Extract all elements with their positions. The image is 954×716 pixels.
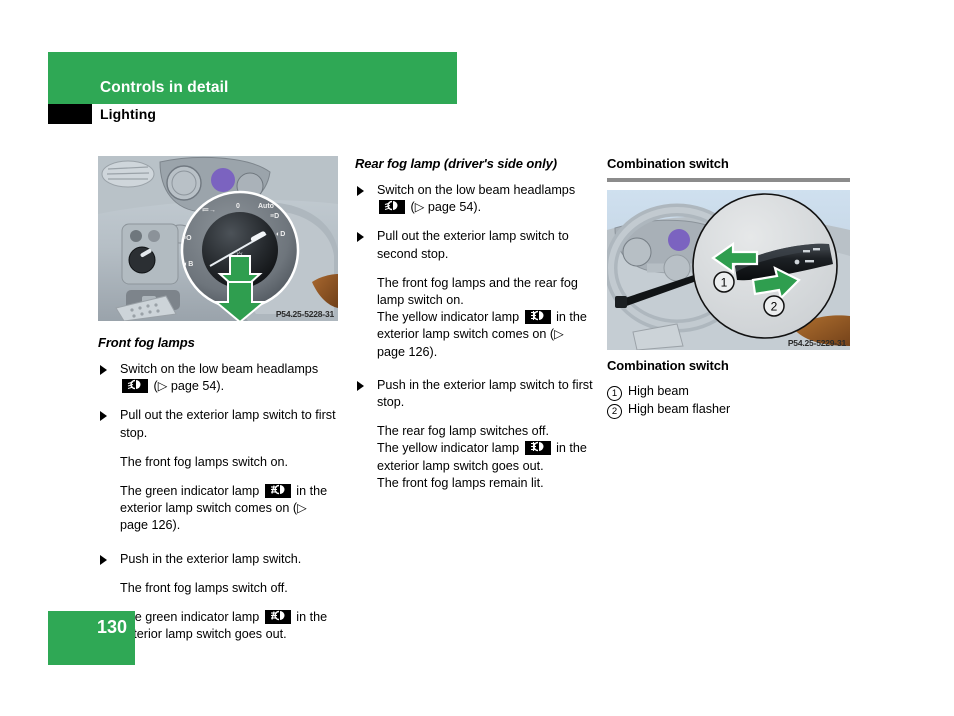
step-text: Pull out the exterior lamp switch to fir… (120, 408, 336, 440)
chapter-title: Controls in detail (100, 79, 229, 96)
step-text: Push in the exterior lamp switch to firs… (377, 377, 593, 410)
chapter-header-bar: Controls in detail (48, 52, 457, 104)
right-column: Combination switch 1 2 P54.25-5229-31 Co… (607, 156, 850, 419)
bullet-triangle-icon (100, 365, 107, 375)
result-both-fog-on: The front fog lamps and the rear fog lam… (377, 275, 578, 308)
result-front-fog-off: The front fog lamps switch off. (120, 580, 288, 595)
svg-text:◐D: ◐D (276, 231, 285, 238)
svg-text:≡D: ≡D (270, 213, 279, 220)
section-title: Lighting (100, 106, 157, 122)
step-switch-on-low-beam: Switch on the low beam headlamps (▷ page… (355, 182, 595, 216)
bullet-triangle-icon (100, 411, 107, 422)
result-text: The green indicator lamp (120, 610, 263, 625)
figure-caption: Combination switch (607, 358, 729, 373)
result-front-fog-remain-lit: The front fog lamps remain lit. (377, 475, 544, 490)
bullet-triangle-icon (357, 232, 364, 243)
svg-text:≡O: ≡O (182, 235, 192, 242)
bullet-triangle-icon (100, 554, 107, 565)
middle-column: Rear fog lamp (driver's side only) Switc… (355, 156, 595, 504)
result-text: The yellow indicator lamp (377, 310, 523, 325)
svg-text:2: 2 (771, 300, 778, 314)
svg-text:≔→: ≔→ (202, 207, 216, 214)
left-column: ≔→ 0 Auto ≡D ◐D ≡O ◐B ☼ P54.25-5228-31 F… (98, 156, 338, 655)
figure-code: P54.25-5228-31 (275, 309, 334, 319)
rear-fog-lamp-icon (524, 441, 551, 456)
combination-switch-photo: 1 2 P54.25-5229-31 (607, 190, 850, 350)
page-number-box: 130 (48, 611, 135, 665)
step-push-in-to-first-stop: Push in the exterior lamp switch to firs… (355, 377, 595, 411)
result-yellow-indicator-off: The yellow indicator lamp in the exterio… (355, 440, 595, 474)
step-pull-out-to-second-stop: Pull out the exterior lamp switch to sec… (355, 228, 595, 262)
step-text-after: (▷ page 54). (407, 200, 482, 215)
bullet-triangle-icon (357, 380, 364, 391)
combination-switch-illustration: 1 2 (607, 190, 850, 350)
step-text: Pull out the exterior lamp switch to sec… (377, 229, 569, 261)
result-text: The yellow indicator lamp (377, 441, 523, 456)
step-text-after: (▷ page 54). (150, 379, 225, 394)
svg-text:Auto: Auto (258, 203, 274, 210)
step-pull-out-to-first-stop: Pull out the exterior lamp switch to fir… (98, 407, 338, 441)
legend-label: High beam (628, 384, 689, 398)
svg-text:0: 0 (236, 203, 240, 210)
result-text: The green indicator lamp (120, 484, 263, 499)
legend-list: 1 High beam 2 High beam flasher (607, 383, 850, 419)
step-text: Push in the exterior lamp switch. (120, 551, 302, 566)
rear-fog-lamp-heading: Rear fog lamp (driver's side only) (355, 156, 557, 171)
legend-item: 2 High beam flasher (607, 401, 850, 419)
result-rear-fog-off: The rear fog lamp switches off. (377, 424, 549, 439)
front-fog-lamp-icon (264, 484, 291, 499)
figure-code: P54.25-5229-31 (787, 338, 846, 348)
rear-fog-lamp-icon (524, 310, 551, 325)
dashboard-illustration: ≔→ 0 Auto ≡D ◐D ≡O ◐B ☼ (98, 156, 338, 321)
svg-text:1: 1 (721, 276, 728, 290)
front-fog-lamp-icon (264, 610, 291, 625)
step-text: Switch on the low beam headlamps (377, 183, 576, 197)
low-beam-headlamp-icon (122, 379, 148, 394)
low-beam-headlamp-icon (379, 200, 405, 215)
result-front-fog-on: The front fog lamps switch on. (120, 454, 288, 469)
svg-text:◐B: ◐B (184, 261, 193, 268)
step-push-in-switch: Push in the exterior lamp switch. (98, 551, 338, 568)
front-fog-lamps-heading: Front fog lamps (98, 335, 195, 350)
legend-item: 1 High beam (607, 383, 850, 401)
step-text: Switch on the low beam headlamps (120, 362, 319, 376)
step-switch-on-low-beam: Switch on the low beam headlamps (▷ page… (98, 361, 338, 395)
heading-rule (607, 178, 850, 182)
callout-number-1: 1 (607, 386, 622, 401)
page-number: 130 (96, 617, 127, 637)
legend-label: High beam flasher (628, 401, 731, 416)
callout-number-2: 2 (607, 403, 622, 419)
result-yellow-indicator-on: The yellow indicator lamp in the exterio… (355, 309, 595, 361)
dashboard-light-switch-photo: ≔→ 0 Auto ≡D ◐D ≡O ◐B ☼ P54.25-5228-31 (98, 156, 338, 321)
section-marker-block (48, 104, 92, 124)
combination-switch-heading: Combination switch (607, 156, 729, 171)
bullet-triangle-icon (357, 186, 364, 196)
result-green-indicator-on: The green indicator lamp in the exterior… (98, 483, 338, 535)
